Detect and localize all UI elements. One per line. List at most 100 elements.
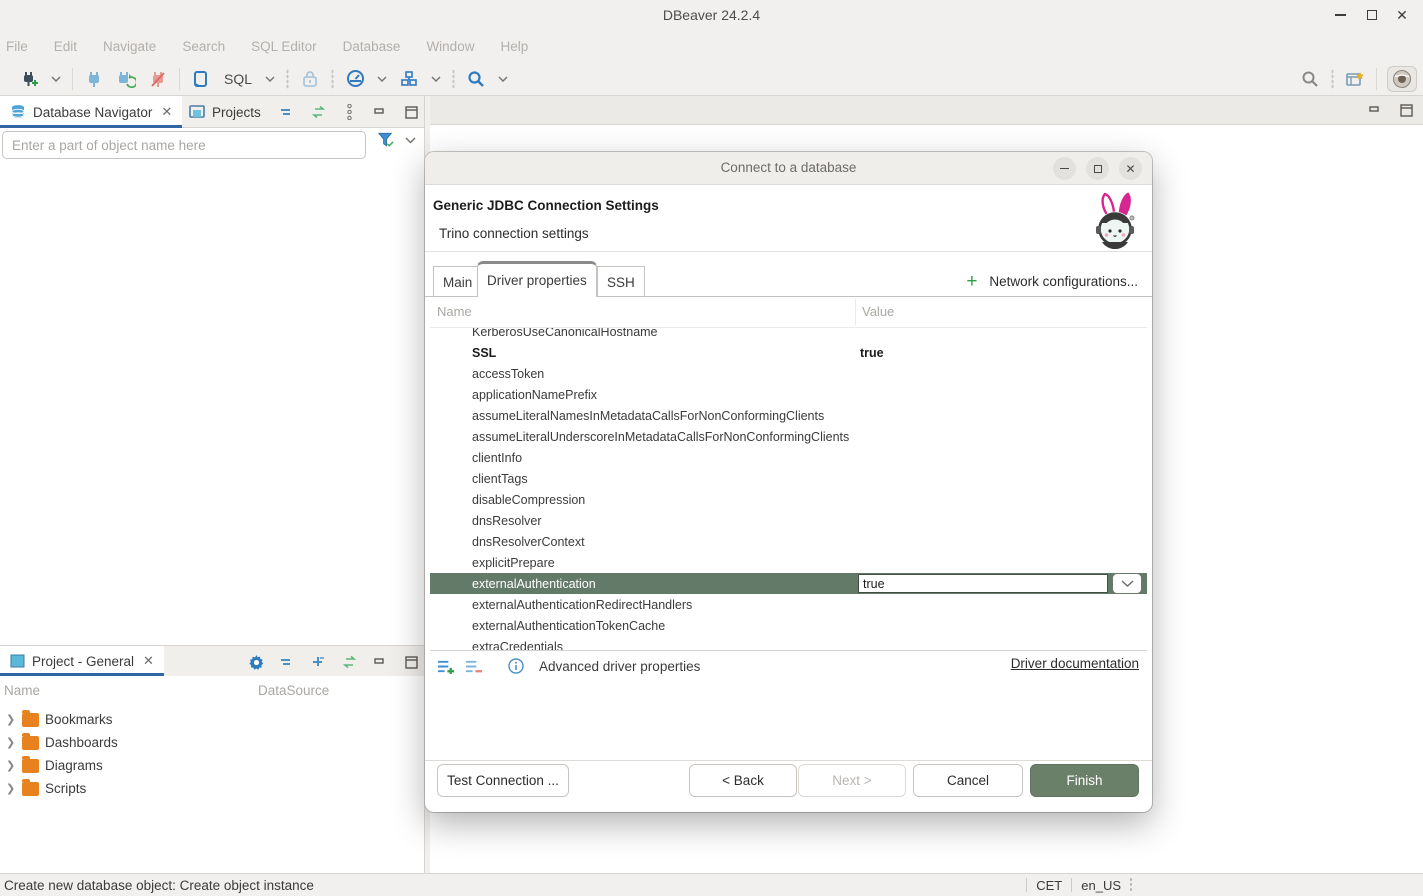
sql-editor-dropdown-icon[interactable] <box>264 73 276 85</box>
menu-item[interactable]: Navigate <box>103 39 156 54</box>
chevron-right-icon[interactable]: ❯ <box>6 713 16 726</box>
cancel-button[interactable]: Cancel <box>913 764 1023 797</box>
timezone-indicator[interactable]: CET <box>1036 878 1062 893</box>
locale-indicator[interactable]: en_US <box>1081 878 1121 893</box>
user-avatar-button[interactable] <box>1387 66 1417 92</box>
menu-item[interactable]: File <box>6 39 28 54</box>
property-row-selected[interactable]: externalAuthentication <box>430 573 1147 594</box>
view-menu-icon[interactable] <box>340 103 358 121</box>
data-transfer-icon[interactable] <box>398 68 420 90</box>
panel-maximize-icon[interactable] <box>402 653 420 671</box>
global-search-icon[interactable] <box>1299 68 1321 90</box>
tree-item[interactable]: ❯ Bookmarks <box>0 708 424 731</box>
menu-item[interactable]: Search <box>182 39 225 54</box>
add-property-icon[interactable] <box>437 657 455 675</box>
tab-close-icon[interactable]: ✕ <box>161 104 172 120</box>
property-row[interactable]: externalAuthenticationTokenCache <box>430 615 1147 636</box>
remove-property-icon[interactable] <box>465 657 483 675</box>
panel-minimize-icon[interactable] <box>371 103 389 121</box>
data-transfer-dropdown-icon[interactable] <box>430 73 442 85</box>
statusbar: Create new database object: Create objec… <box>0 873 1423 896</box>
tab-project-general[interactable]: Project - General ✕ <box>0 646 164 676</box>
dashboard-icon[interactable] <box>344 68 366 90</box>
tab-close-icon[interactable]: ✕ <box>143 653 154 669</box>
tab-ssh[interactable]: SSH <box>597 266 645 297</box>
chevron-right-icon[interactable]: ❯ <box>6 759 16 772</box>
sql-editor-icon[interactable] <box>190 68 212 90</box>
window-maximize-button[interactable] <box>1359 4 1385 26</box>
property-row[interactable]: assumeLiteralNamesInMetadataCallsForNonC… <box>430 405 1147 426</box>
property-row[interactable]: externalAuthenticationRedirectHandlers <box>430 594 1147 615</box>
new-connection-icon[interactable] <box>18 68 40 90</box>
window-minimize-button[interactable] <box>1327 4 1353 26</box>
link-with-editor-icon[interactable] <box>309 103 327 121</box>
collapse-all-icon[interactable] <box>278 653 296 671</box>
link-with-editor-icon[interactable] <box>340 653 358 671</box>
property-row[interactable]: assumeLiteralUnderscoreInMetadataCallsFo… <box>430 426 1147 447</box>
lock-icon[interactable] <box>299 68 321 90</box>
column-name[interactable]: Name <box>437 304 472 319</box>
menu-item[interactable]: Window <box>426 39 474 54</box>
filter-dropdown-icon[interactable] <box>404 134 416 146</box>
tab-main[interactable]: Main <box>433 266 482 297</box>
property-row[interactable]: KerberosUseCanonicalHostname <box>430 327 1147 342</box>
reconnect-icon[interactable] <box>115 68 137 90</box>
column-value[interactable]: Value <box>862 304 894 319</box>
object-filter-input[interactable] <box>2 131 366 159</box>
sql-editor-label[interactable]: SQL <box>224 71 252 87</box>
tab-database-navigator[interactable]: Database Navigator ✕ <box>0 96 182 128</box>
perspective-icon[interactable] <box>1344 68 1366 90</box>
window-close-button[interactable]: ✕ <box>1389 4 1415 26</box>
dialog-maximize-button[interactable] <box>1086 157 1109 180</box>
menu-item[interactable]: Database <box>343 39 401 54</box>
table-header: Name Value <box>430 297 1147 327</box>
table-viewport[interactable]: KerberosUseCanonicalHostname SSL true ac… <box>430 327 1147 651</box>
panel-maximize-icon[interactable] <box>402 103 420 121</box>
property-row[interactable]: applicationNamePrefix <box>430 384 1147 405</box>
chevron-right-icon[interactable]: ❯ <box>6 782 16 795</box>
property-value-editor[interactable] <box>858 574 1108 593</box>
editor-minimize-icon[interactable] <box>1366 102 1384 120</box>
new-connection-dropdown-icon[interactable] <box>50 73 62 85</box>
value-dropdown-button[interactable] <box>1112 573 1142 594</box>
network-configurations-button[interactable]: + Network configurations... <box>966 272 1138 291</box>
tab-driver-properties[interactable]: Driver properties <box>477 261 597 297</box>
toolbar-search-icon[interactable] <box>465 68 487 90</box>
tree-item[interactable]: ❯ Diagrams <box>0 754 424 777</box>
editor-maximize-icon[interactable] <box>1397 102 1415 120</box>
connect-icon[interactable] <box>83 68 105 90</box>
dialog-titlebar[interactable]: Connect to a database ✕ <box>425 152 1152 185</box>
tree-item[interactable]: ❯ Dashboards <box>0 731 424 754</box>
menu-item[interactable]: Help <box>500 39 528 54</box>
property-row[interactable]: clientInfo <box>430 447 1147 468</box>
menu-item[interactable]: SQL Editor <box>251 39 317 54</box>
dashboard-dropdown-icon[interactable] <box>376 73 388 85</box>
property-row[interactable]: accessToken <box>430 363 1147 384</box>
column-datasource[interactable]: DataSource <box>258 683 329 698</box>
expand-all-icon[interactable] <box>309 653 327 671</box>
property-row[interactable]: dnsResolverContext <box>430 531 1147 552</box>
property-row[interactable]: explicitPrepare <box>430 552 1147 573</box>
toolbar-search-dropdown-icon[interactable] <box>497 73 509 85</box>
property-row[interactable]: dnsResolver <box>430 510 1147 531</box>
tab-projects[interactable]: Projects <box>179 96 271 128</box>
panel-minimize-icon[interactable] <box>371 653 389 671</box>
chevron-right-icon[interactable]: ❯ <box>6 736 16 749</box>
property-row[interactable]: disableCompression <box>430 489 1147 510</box>
tree-item[interactable]: ❯ Scripts <box>0 777 424 800</box>
dialog-minimize-button[interactable] <box>1053 157 1076 180</box>
collapse-all-icon[interactable] <box>278 103 296 121</box>
column-name[interactable]: Name <box>4 683 40 698</box>
dialog-close-button[interactable]: ✕ <box>1119 157 1142 180</box>
property-row[interactable]: SSL true <box>430 342 1147 363</box>
filter-icon[interactable] <box>377 131 395 149</box>
disconnect-icon[interactable] <box>147 68 169 90</box>
menu-item[interactable]: Edit <box>54 39 77 54</box>
property-row[interactable]: clientTags <box>430 468 1147 489</box>
back-button[interactable]: < Back <box>689 764 797 797</box>
test-connection-button[interactable]: Test Connection ... <box>437 764 569 797</box>
finish-button[interactable]: Finish <box>1030 764 1139 797</box>
driver-documentation-link[interactable]: Driver documentation <box>1011 656 1139 671</box>
gear-icon[interactable] <box>247 653 265 671</box>
property-row[interactable]: extraCredentials <box>430 636 1147 651</box>
